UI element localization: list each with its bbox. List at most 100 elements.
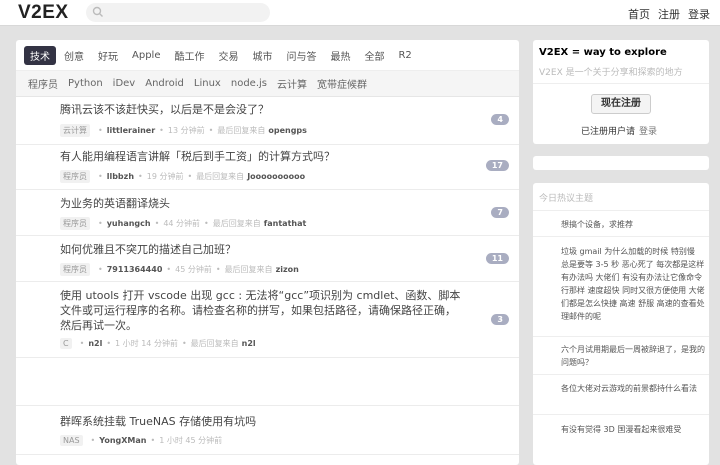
topic-time: 45 分钟前 bbox=[175, 265, 212, 274]
tab-deals[interactable]: 交易 bbox=[212, 46, 244, 65]
topic-last-user[interactable]: n2l bbox=[242, 339, 256, 348]
tab-apple[interactable]: Apple bbox=[126, 48, 166, 63]
topic-row: 群晖系统挂载 TrueNAS 存储使用有坑吗 NAS • YongXMan • … bbox=[16, 405, 519, 455]
topic-author[interactable]: yuhangch bbox=[107, 219, 151, 228]
topic-last-user[interactable]: opengps bbox=[268, 126, 307, 135]
tab-jobs[interactable]: 酷工作 bbox=[168, 46, 210, 65]
topic-author[interactable]: llbbzh bbox=[107, 172, 134, 181]
topic-title[interactable]: 群晖系统挂载 TrueNAS 存储使用有坑吗 bbox=[60, 414, 460, 429]
search-icon bbox=[92, 6, 103, 17]
tab-r2[interactable]: R2 bbox=[392, 48, 417, 63]
subtab-bar: 程序员 Python iDev Android Linux node.js 云计… bbox=[16, 70, 519, 97]
topic-time: 1 小时 45 分钟前 bbox=[159, 436, 223, 445]
hot-topic-item: 想搞个设备，求推荐 bbox=[533, 210, 709, 236]
topic-author[interactable]: littlerainer bbox=[107, 126, 155, 135]
tab-city[interactable]: 城市 bbox=[246, 46, 278, 65]
subtab-programmer[interactable]: 程序员 bbox=[28, 76, 58, 91]
topic-last-label: 最后回复来自 bbox=[224, 265, 273, 274]
signup-button[interactable]: 现在注册 bbox=[591, 94, 651, 114]
tab-hot[interactable]: 最热 bbox=[324, 46, 356, 65]
hot-topic-link[interactable]: 有没有觉得 3D 国漫看起来很难受 bbox=[561, 423, 705, 436]
main-box: 技术 创意 好玩 Apple 酷工作 交易 城市 问与答 最热 全部 R2 程序… bbox=[16, 40, 519, 465]
topic-meta: NAS • YongXMan • 1 小时 45 分钟前 bbox=[60, 435, 222, 446]
hot-topic-link[interactable]: 垃圾 gmail 为什么加载的时候 特别慢 总是要等 3-5 秒 恶心死了 每次… bbox=[561, 245, 705, 323]
topic-row: 使用 utools 打开 vscode 出现 gcc : 无法将“gcc”项识别… bbox=[16, 282, 519, 358]
nav-login-link[interactable]: 登录 bbox=[688, 6, 710, 22]
topic-last-user[interactable]: Joooooooooo bbox=[247, 172, 305, 181]
topic-time: 13 分钟前 bbox=[167, 126, 205, 135]
tab-play[interactable]: 好玩 bbox=[92, 46, 124, 65]
topic-node[interactable]: 程序员 bbox=[60, 263, 90, 276]
topic-author[interactable]: 7911364440 bbox=[107, 265, 163, 274]
topic-row: 有人能用编程语言讲解「税后到手工资」的计算方式吗？ 程序员 • llbbzh •… bbox=[16, 145, 519, 190]
subtab-nodejs[interactable]: node.js bbox=[231, 78, 267, 89]
sidebar-strip bbox=[533, 156, 709, 170]
registered-text: 已注册用户请 bbox=[581, 127, 636, 137]
hot-topic-link[interactable]: 想搞个设备，求推荐 bbox=[561, 218, 705, 231]
subtab-android[interactable]: Android bbox=[145, 78, 184, 89]
topic-last-label: 最后回复来自 bbox=[190, 339, 239, 348]
search-input[interactable] bbox=[86, 3, 270, 22]
divider bbox=[533, 83, 709, 84]
hot-topics-title: 今日热议主题 bbox=[539, 194, 594, 204]
top-bar: V2EX 首页 注册 登录 bbox=[0, 0, 720, 26]
site-logo[interactable]: V2EX bbox=[18, 2, 69, 24]
topic-author[interactable]: n2l bbox=[88, 339, 102, 348]
topic-node[interactable]: 云计算 bbox=[60, 124, 90, 137]
hot-topic-item: 有没有觉得 3D 国漫看起来很难受 bbox=[533, 414, 709, 444]
hot-topic-link[interactable]: 各位大佬对云游戏的前景都持什么看法 bbox=[561, 382, 705, 395]
reply-count-badge[interactable]: 4 bbox=[491, 114, 509, 125]
reply-count-badge[interactable]: 11 bbox=[485, 253, 509, 264]
hot-topics-card: 今日热议主题 想搞个设备，求推荐 垃圾 gmail 为什么加载的时候 特别慢 总… bbox=[533, 183, 709, 465]
subtab-idev[interactable]: iDev bbox=[113, 78, 136, 89]
topic-node[interactable]: 程序员 bbox=[60, 170, 90, 183]
nav-home-link[interactable]: 首页 bbox=[628, 6, 650, 22]
topic-last-label: 最后回复来自 bbox=[196, 172, 245, 181]
tab-bar: 技术 创意 好玩 Apple 酷工作 交易 城市 问与答 最热 全部 R2 bbox=[24, 46, 420, 65]
login-link[interactable]: 登录 bbox=[639, 127, 657, 137]
tab-creative[interactable]: 创意 bbox=[58, 46, 90, 65]
tab-tech[interactable]: 技术 bbox=[24, 46, 56, 65]
subtab-cloud[interactable]: 云计算 bbox=[277, 76, 307, 91]
hot-topic-link[interactable]: 六个月试用期最后一周被辞退了，是我的问题吗？ bbox=[561, 343, 705, 369]
topic-node[interactable]: NAS bbox=[60, 435, 83, 446]
topic-last-label: 最后回复来自 bbox=[212, 219, 261, 228]
reply-count-badge[interactable]: 17 bbox=[485, 160, 509, 171]
topic-title[interactable]: 使用 utools 打开 vscode 出现 gcc : 无法将“gcc”项识别… bbox=[60, 288, 465, 333]
tab-qna[interactable]: 问与答 bbox=[280, 46, 322, 65]
topic-title[interactable]: 为业务的英语翻译烧头 bbox=[60, 196, 460, 211]
sidebar-subtitle: V2EX 是一个关于分享和探索的地方 bbox=[539, 68, 683, 78]
reply-count-badge[interactable]: 3 bbox=[491, 314, 509, 325]
topic-meta: 程序员 • 7911364440 • 45 分钟前 • 最后回复来自 zizon bbox=[60, 263, 299, 276]
topic-row: 腾讯云该不该赶快买，以后是不是会没了？ 云计算 • littlerainer •… bbox=[16, 97, 519, 145]
topic-time: 1 小时 14 分钟前 bbox=[115, 339, 178, 348]
nav-signup-link[interactable]: 注册 bbox=[658, 6, 680, 22]
topic-meta: 云计算 • littlerainer • 13 分钟前 • 最后回复来自 ope… bbox=[60, 124, 307, 137]
subtab-broadband[interactable]: 宽带症候群 bbox=[317, 76, 367, 91]
topic-last-user[interactable]: fantathat bbox=[264, 219, 307, 228]
hot-topic-item: 六个月试用期最后一周被辞退了，是我的问题吗？ bbox=[533, 336, 709, 374]
topic-row: 如何优雅且不突兀的描述自己加班？ 程序员 • 7911364440 • 45 分… bbox=[16, 236, 519, 282]
topic-node[interactable]: C bbox=[60, 338, 72, 349]
topic-node[interactable]: 程序员 bbox=[60, 217, 90, 230]
hot-topic-item: 各位大佬对云游戏的前景都持什么看法 bbox=[533, 374, 709, 414]
topic-time: 19 分钟前 bbox=[146, 172, 184, 181]
topic-time: 44 分钟前 bbox=[163, 219, 201, 228]
top-nav: 首页 注册 登录 bbox=[628, 6, 710, 22]
hot-topic-item: 垃圾 gmail 为什么加载的时候 特别慢 总是要等 3-5 秒 恶心死了 每次… bbox=[533, 236, 709, 336]
sidebar-title: V2EX = way to explore bbox=[539, 47, 667, 58]
topic-title[interactable]: 有人能用编程语言讲解「税后到手工资」的计算方式吗？ bbox=[60, 149, 460, 164]
topic-row: 为业务的英语翻译烧头 程序员 • yuhangch • 44 分钟前 • 最后回… bbox=[16, 190, 519, 236]
topic-last-user[interactable]: zizon bbox=[276, 265, 299, 274]
tab-all[interactable]: 全部 bbox=[358, 46, 390, 65]
welcome-card: V2EX = way to explore V2EX 是一个关于分享和探索的地方… bbox=[533, 40, 709, 144]
topic-title[interactable]: 腾讯云该不该赶快买，以后是不是会没了？ bbox=[60, 102, 460, 117]
reply-count-badge[interactable]: 7 bbox=[491, 207, 509, 218]
topic-author[interactable]: YongXMan bbox=[99, 436, 146, 445]
topic-last-label: 最后回复来自 bbox=[217, 126, 266, 135]
subtab-python[interactable]: Python bbox=[68, 78, 103, 89]
topic-meta: 程序员 • llbbzh • 19 分钟前 • 最后回复来自 Joooooooo… bbox=[60, 170, 305, 183]
topic-title[interactable]: 如何优雅且不突兀的描述自己加班？ bbox=[60, 242, 460, 257]
topic-meta: 程序员 • yuhangch • 44 分钟前 • 最后回复来自 fantath… bbox=[60, 217, 306, 230]
subtab-linux[interactable]: Linux bbox=[194, 78, 221, 89]
